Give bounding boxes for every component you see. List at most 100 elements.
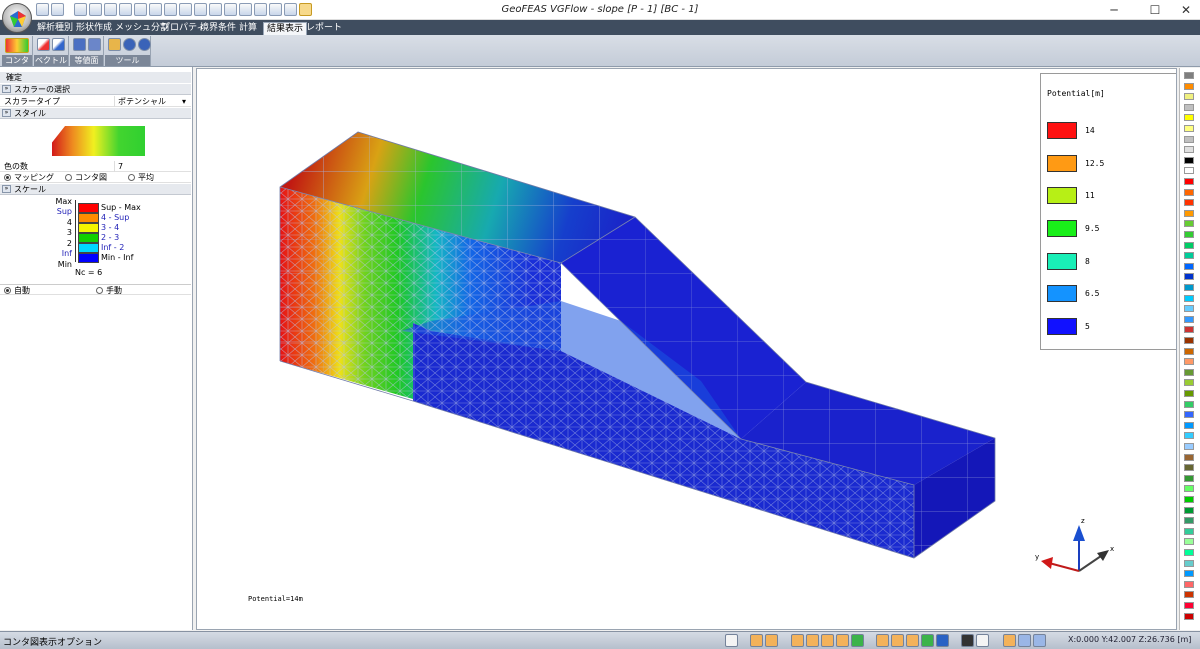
collapse-icon[interactable]: » xyxy=(2,85,11,93)
radio-manual[interactable]: 手動 xyxy=(96,285,122,296)
palette-color-swatch[interactable] xyxy=(1184,114,1194,122)
style-section-header[interactable]: » スタイル xyxy=(0,108,191,119)
palette-color-swatch[interactable] xyxy=(1184,93,1194,101)
minimize-button[interactable]: ─ xyxy=(1102,2,1126,18)
maximize-button[interactable]: ☐ xyxy=(1143,2,1167,18)
grid-display-icon[interactable] xyxy=(976,634,989,647)
palette-color-swatch[interactable] xyxy=(1184,72,1194,79)
3d-viewport[interactable]: z y x Potential[m] 14 12.5 11 9.5 8 6.5 … xyxy=(196,68,1177,630)
palette-color-swatch[interactable] xyxy=(1184,379,1194,387)
isosurface-icon[interactable] xyxy=(73,38,86,51)
palette-color-swatch[interactable] xyxy=(1184,125,1194,132)
palette-color-swatch[interactable] xyxy=(1184,549,1194,556)
palette-color-swatch[interactable] xyxy=(1184,252,1194,260)
contour-icon[interactable] xyxy=(5,38,29,53)
palette-color-swatch[interactable] xyxy=(1184,337,1194,344)
tab-geometry[interactable]: 形状作成 xyxy=(73,22,115,35)
palette-color-swatch[interactable] xyxy=(1184,178,1194,185)
palette-color-swatch[interactable] xyxy=(1184,570,1194,578)
scale-editor[interactable]: Max Sup 4 3 2 Inf Min Sup - Max 4 - Sup … xyxy=(0,197,191,281)
palette-color-swatch[interactable] xyxy=(1184,400,1194,408)
palette-color-swatch[interactable] xyxy=(1184,156,1194,164)
color-style-preview[interactable] xyxy=(52,126,145,156)
snap-icon[interactable] xyxy=(791,634,804,647)
palette-color-swatch[interactable] xyxy=(1184,305,1194,313)
palette-color-swatch[interactable] xyxy=(1184,474,1194,482)
application-menu-button[interactable] xyxy=(2,3,32,33)
palette-color-swatch[interactable] xyxy=(1184,390,1194,397)
palette-color-swatch[interactable] xyxy=(1184,220,1194,228)
palette-color-swatch[interactable] xyxy=(1184,368,1194,376)
collapse-icon[interactable]: » xyxy=(2,109,11,117)
tab-calculation[interactable]: 計算 xyxy=(236,22,260,35)
palette-color-swatch[interactable] xyxy=(1184,411,1194,419)
palette-color-swatch[interactable] xyxy=(1184,496,1194,503)
tab-report[interactable]: レポート xyxy=(303,22,345,35)
radio-mapping[interactable]: マッピング xyxy=(4,172,54,183)
palette-color-swatch[interactable] xyxy=(1184,432,1194,440)
view-icon[interactable] xyxy=(750,634,763,647)
palette-color-swatch[interactable] xyxy=(1184,421,1194,429)
palette-color-swatch[interactable] xyxy=(1184,517,1194,525)
scalar-type-select[interactable]: ポテンシャル ▾ xyxy=(114,96,190,107)
palette-color-swatch[interactable] xyxy=(1184,538,1194,546)
line-icon[interactable] xyxy=(806,634,819,647)
palette-color-swatch[interactable] xyxy=(1184,326,1194,334)
palette-color-swatch[interactable] xyxy=(1184,209,1194,217)
vector-arrow-icon[interactable] xyxy=(37,38,50,51)
tab-boundary[interactable]: 境界条件 xyxy=(197,22,239,35)
draw-icon[interactable] xyxy=(821,634,834,647)
radio-average[interactable]: 平均 xyxy=(128,172,154,183)
window2-icon[interactable] xyxy=(1033,634,1046,647)
palette-color-swatch[interactable] xyxy=(1184,199,1194,207)
palette-color-swatch[interactable] xyxy=(1184,146,1194,154)
palette-color-swatch[interactable] xyxy=(1184,231,1194,238)
isosurface-settings-icon[interactable] xyxy=(88,38,101,51)
window-icon[interactable] xyxy=(1018,634,1031,647)
palette-color-swatch[interactable] xyxy=(1184,347,1194,355)
palette-color-swatch[interactable] xyxy=(1184,602,1194,609)
palette-color-swatch[interactable] xyxy=(1184,358,1194,366)
palette-color-swatch[interactable] xyxy=(1184,82,1194,90)
palette-color-swatch[interactable] xyxy=(1184,506,1194,514)
scale-section-header[interactable]: » スケール xyxy=(0,184,191,195)
palette-color-swatch[interactable] xyxy=(1184,103,1194,111)
palette-color-swatch[interactable] xyxy=(1184,262,1194,270)
palette-color-swatch[interactable] xyxy=(1184,443,1194,450)
print-icon[interactable] xyxy=(1003,634,1016,647)
scalar-section-header[interactable]: » スカラーの選択 xyxy=(0,84,191,95)
palette-color-swatch[interactable] xyxy=(1184,241,1194,249)
monitor-icon[interactable] xyxy=(961,634,974,647)
close-button[interactable]: ✕ xyxy=(1174,2,1198,18)
radio-auto[interactable]: 自動 xyxy=(4,285,30,296)
palette-color-swatch[interactable] xyxy=(1184,559,1194,567)
palette-color-swatch[interactable] xyxy=(1184,167,1194,175)
tab-analysis-type[interactable]: 解析種別 xyxy=(34,22,76,35)
palette-color-swatch[interactable] xyxy=(1184,612,1194,620)
palette-color-swatch[interactable] xyxy=(1184,464,1194,472)
palette-color-swatch[interactable] xyxy=(1184,591,1194,599)
tab-results[interactable]: 結果表示 xyxy=(263,22,308,35)
node-icon[interactable] xyxy=(876,634,889,647)
palette-color-swatch[interactable] xyxy=(1184,284,1194,291)
confirm-button[interactable]: 確定 xyxy=(0,72,191,83)
vector-field-icon[interactable] xyxy=(52,38,65,51)
palette-color-swatch[interactable] xyxy=(1184,485,1194,493)
mesh-model[interactable]: z y x xyxy=(197,69,1177,630)
palette-color-swatch[interactable] xyxy=(1184,527,1194,535)
palette-color-swatch[interactable] xyxy=(1184,580,1194,588)
tool-icon[interactable] xyxy=(108,38,121,51)
help-icon[interactable] xyxy=(138,38,151,51)
radio-contour[interactable]: コンタ図 xyxy=(65,172,107,183)
palette-color-swatch[interactable] xyxy=(1184,188,1194,196)
face-icon[interactable] xyxy=(906,634,919,647)
palette-color-swatch[interactable] xyxy=(1184,135,1194,143)
num-colors-input[interactable]: 7 xyxy=(114,161,190,172)
edit-icon[interactable] xyxy=(836,634,849,647)
palette-color-swatch[interactable] xyxy=(1184,453,1194,461)
palette-color-swatch[interactable] xyxy=(1184,294,1194,302)
collapse-icon[interactable]: » xyxy=(2,185,11,193)
fill-icon[interactable] xyxy=(936,634,949,647)
layout-icon[interactable] xyxy=(725,634,738,647)
view2-icon[interactable] xyxy=(765,634,778,647)
